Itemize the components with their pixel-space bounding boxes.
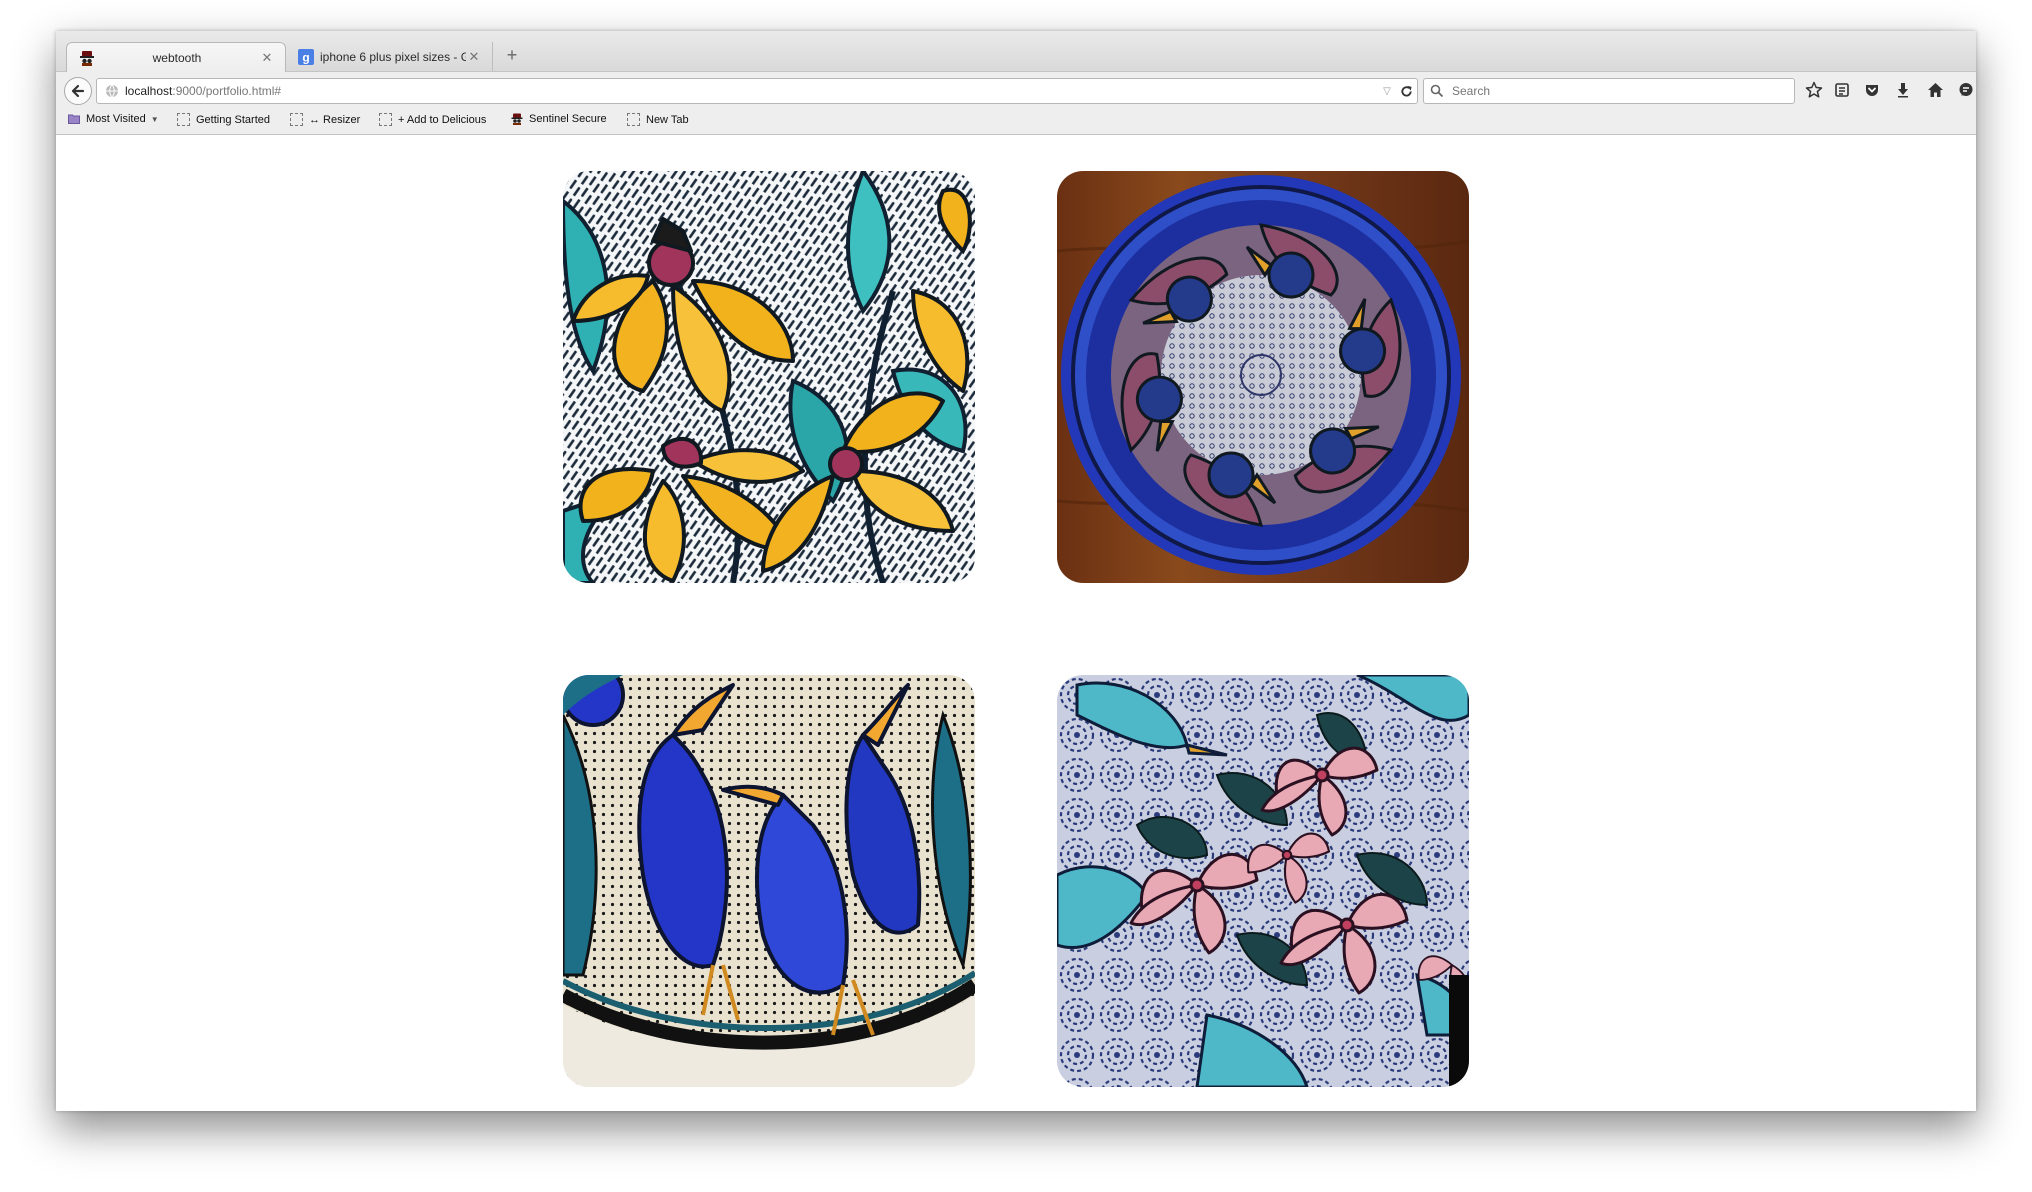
- bookmark-label: Getting Started: [196, 113, 270, 126]
- duck-bowl-image: [1057, 171, 1469, 583]
- portfolio-tile-flowers[interactable]: [563, 171, 975, 583]
- reading-list-icon[interactable]: [1832, 80, 1852, 100]
- reload-icon: [1400, 85, 1412, 97]
- url-host: localhost: [125, 84, 173, 98]
- folder-icon: [68, 114, 80, 124]
- bookmark-new-tab[interactable]: New Tab: [627, 113, 689, 126]
- search-bar[interactable]: [1423, 78, 1795, 104]
- svg-text:g: g: [302, 50, 309, 64]
- bookmark-label: New Tab: [646, 113, 689, 126]
- flower-pottery-image: [563, 171, 975, 583]
- bookmark-label: Most Visited: [86, 113, 146, 125]
- tab-webtooth[interactable]: webtooth ✕: [66, 42, 286, 72]
- portfolio-tile-lilies[interactable]: [1057, 675, 1469, 1087]
- spy-hat-icon: [511, 113, 523, 125]
- back-arrow-icon: [71, 84, 85, 98]
- tab-title: webtooth: [152, 50, 202, 65]
- search-icon: [1430, 84, 1444, 98]
- portfolio-page: [56, 135, 1976, 1111]
- page-icon: [379, 113, 392, 126]
- close-tab-icon[interactable]: ✕: [259, 50, 275, 66]
- home-icon[interactable]: [1925, 80, 1945, 100]
- portfolio-tile-herons[interactable]: [563, 675, 975, 1087]
- history-dropdown-icon[interactable]: ▽: [1379, 86, 1395, 97]
- bookmark-sentinel-secure[interactable]: Sentinel Secure: [511, 113, 607, 125]
- bookmark-resizer[interactable]: ↔ Resizer: [290, 113, 360, 126]
- pocket-icon[interactable]: [1862, 80, 1882, 100]
- download-icon[interactable]: [1893, 80, 1913, 100]
- bookmark-label: Sentinel Secure: [529, 113, 607, 125]
- star-icon[interactable]: [1804, 80, 1824, 100]
- page-icon: [177, 113, 190, 126]
- bookmark-getting-started[interactable]: Getting Started: [177, 113, 270, 126]
- nav-bar: localhost:9000/portfolio.html# ▽: [56, 71, 1976, 108]
- close-tab-icon[interactable]: ✕: [466, 49, 482, 65]
- search-input[interactable]: [1450, 83, 1774, 99]
- page-icon: [290, 113, 303, 126]
- google-icon: g: [298, 48, 314, 65]
- lily-platter-image: [1057, 675, 1469, 1087]
- globe-icon: [106, 84, 118, 98]
- address-bar[interactable]: localhost:9000/portfolio.html# ▽: [96, 78, 1418, 104]
- bookmark-label: ↔ Resizer: [309, 113, 361, 126]
- bookmark-most-visited[interactable]: Most Visited ▼: [68, 113, 159, 125]
- bookmarks-bar: Most Visited ▼ Getting Started ↔ Resizer…: [56, 108, 1976, 135]
- back-button[interactable]: [64, 77, 92, 105]
- tab-google-search[interactable]: g iphone 6 plus pixel sizes - G... ✕: [286, 42, 493, 71]
- new-tab-button[interactable]: +: [502, 45, 522, 66]
- browser-window: webtooth ✕ g iphone 6 plus pixel sizes -…: [56, 31, 1976, 1111]
- reload-button[interactable]: [1395, 80, 1417, 102]
- page-icon: [627, 113, 640, 126]
- chevron-down-icon: ▼: [150, 114, 159, 124]
- spy-hat-icon: [80, 50, 94, 66]
- portfolio-tile-duck-bowl[interactable]: [1057, 171, 1469, 583]
- chat-icon[interactable]: [1956, 80, 1976, 100]
- url-path: :9000/portfolio.html#: [172, 84, 282, 98]
- url-text: localhost:9000/portfolio.html#: [125, 84, 1379, 98]
- bookmark-label: + Add to Delicious: [398, 113, 487, 126]
- bookmark-add-to-delicious[interactable]: + Add to Delicious: [379, 113, 486, 126]
- tab-strip: webtooth ✕ g iphone 6 plus pixel sizes -…: [56, 31, 1976, 72]
- heron-plate-image: [563, 675, 975, 1087]
- tab-title: iphone 6 plus pixel sizes - G...: [320, 49, 466, 64]
